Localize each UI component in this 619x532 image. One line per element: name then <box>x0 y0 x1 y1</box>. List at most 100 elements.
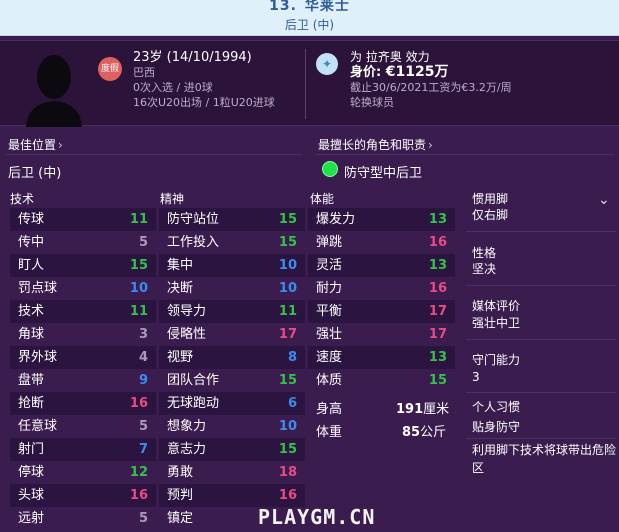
player-silhouette-icon <box>26 55 82 127</box>
divider <box>6 154 302 155</box>
profile-panel: 度假 23岁 (14/10/1994) 巴西 0次入选 / 进0球 16次U20… <box>0 40 619 127</box>
attribute-row[interactable]: 意志力 15 <box>159 438 305 461</box>
attribute-row[interactable]: 领导力 11 <box>159 300 305 323</box>
divider <box>466 285 616 286</box>
preferred-foot-label: 惯用脚 <box>472 192 509 206</box>
attribute-value: 17 <box>278 327 297 342</box>
attribute-row[interactable]: 强壮 17 <box>308 323 455 346</box>
attribute-value: 13 <box>428 258 447 273</box>
attribute-name: 镇定 <box>167 511 194 526</box>
attribute-name: 界外球 <box>18 350 58 365</box>
attribute-row[interactable]: 传球 11 <box>10 208 156 231</box>
attribute-row[interactable]: 工作投入 15 <box>159 231 305 254</box>
attribute-value: 6 <box>287 396 297 411</box>
physical-header: 体能 <box>310 192 335 206</box>
attribute-value: 16 <box>428 281 447 296</box>
attribute-name: 意志力 <box>167 442 207 457</box>
preferred-foot-value: 仅右脚 <box>472 208 509 222</box>
attribute-row[interactable]: 任意球 5 <box>10 415 156 438</box>
club-crest-icon[interactable]: ✦ <box>316 53 338 75</box>
attribute-row[interactable]: 头球 16 <box>10 484 156 507</box>
attribute-row[interactable]: 停球 12 <box>10 461 156 484</box>
attribute-value: 13 <box>428 350 447 365</box>
attribute-row[interactable]: 预判 16 <box>159 484 305 507</box>
attribute-row[interactable]: 无球跑动 6 <box>159 392 305 415</box>
u20-caps: 16次U20出场 / 1粒U20进球 <box>133 96 275 109</box>
attribute-row[interactable]: 视野 8 <box>159 346 305 369</box>
divider <box>466 392 616 393</box>
weight-value: 85公斤 <box>402 425 447 440</box>
attribute-row[interactable]: 角球 3 <box>10 323 156 346</box>
player-title: 13. 华莱士 <box>0 0 619 15</box>
attribute-row[interactable]: 罚点球 10 <box>10 277 156 300</box>
divider <box>466 339 616 340</box>
attribute-name: 视野 <box>167 350 194 365</box>
attribute-value: 16 <box>129 396 148 411</box>
attribute-name: 弹跳 <box>316 235 343 250</box>
attribute-row[interactable]: 射门 7 <box>10 438 156 461</box>
attribute-value: 15 <box>278 442 297 457</box>
attribute-name: 射门 <box>18 442 45 457</box>
nationality[interactable]: 巴西 <box>133 65 275 80</box>
best-position-value: 后卫 (中) <box>8 166 62 181</box>
player-trait[interactable]: 利用脚下技术将球带出危险区 <box>472 441 618 477</box>
best-position-link[interactable]: 最佳位置 › <box>8 136 63 153</box>
attribute-row[interactable]: 抢断 16 <box>10 392 156 415</box>
gk-rating-label: 守门能力 <box>472 353 521 367</box>
attribute-name: 勇敢 <box>167 465 194 480</box>
attribute-name: 抢断 <box>18 396 45 411</box>
attribute-value: 16 <box>129 488 148 503</box>
personality-label: 性格 <box>472 246 497 260</box>
international-caps: 0次入选 / 进0球 <box>133 81 213 94</box>
attribute-name: 集中 <box>167 258 194 273</box>
attribute-row[interactable]: 集中 10 <box>159 254 305 277</box>
personal-info: 23岁 (14/10/1994) 巴西 0次入选 / 进0球 16次U20出场 … <box>133 50 275 110</box>
attribute-name: 远射 <box>18 511 45 526</box>
attribute-row[interactable]: 防守站位 15 <box>159 208 305 231</box>
chevron-right-icon: › <box>58 138 63 152</box>
player-trait[interactable]: 贴身防守 <box>472 418 618 436</box>
best-role-link[interactable]: 最擅长的角色和职责 › <box>318 136 433 153</box>
attribute-row[interactable]: 侵略性 17 <box>159 323 305 346</box>
club-line[interactable]: 为 拉齐奥 效力 <box>350 50 512 65</box>
attribute-row[interactable]: 勇敢 18 <box>159 461 305 484</box>
attribute-value: 15 <box>278 235 297 250</box>
attribute-name: 平衡 <box>316 304 343 319</box>
attribute-row[interactable]: 团队合作 15 <box>159 369 305 392</box>
attribute-row[interactable]: 耐力 16 <box>308 277 455 300</box>
attribute-row[interactable]: 传中 5 <box>10 231 156 254</box>
attribute-row[interactable]: 盯人 15 <box>10 254 156 277</box>
attribute-row[interactable]: 决断 10 <box>159 277 305 300</box>
holiday-status-badge[interactable]: 度假 <box>98 57 122 81</box>
attribute-row[interactable]: 远射 5 <box>10 507 156 530</box>
attribute-name: 侵略性 <box>167 327 207 342</box>
contract-info: 为 拉齐奥 效力 身价: €1125万 截止30/6/2021工资为€3.2万/… <box>350 50 512 110</box>
attribute-name: 盘带 <box>18 373 45 388</box>
attribute-row[interactable]: 弹跳 16 <box>308 231 455 254</box>
attribute-value: 17 <box>428 327 447 342</box>
attribute-name: 传球 <box>18 212 45 227</box>
attribute-value: 5 <box>138 511 148 526</box>
attribute-value: 15 <box>428 373 447 388</box>
attribute-row[interactable]: 想象力 10 <box>159 415 305 438</box>
chevron-down-icon[interactable]: ⌄ <box>598 192 610 208</box>
attribute-row[interactable]: 爆发力 13 <box>308 208 455 231</box>
attribute-value: 16 <box>428 235 447 250</box>
player-position: 后卫 (中) <box>284 18 335 32</box>
attribute-row[interactable]: 速度 13 <box>308 346 455 369</box>
attribute-name: 停球 <box>18 465 45 480</box>
height-label: 身高 <box>316 402 343 417</box>
attribute-row[interactable]: 界外球 4 <box>10 346 156 369</box>
attribute-row[interactable]: 灵活 13 <box>308 254 455 277</box>
attribute-row[interactable]: 盘带 9 <box>10 369 156 392</box>
attribute-value: 17 <box>428 304 447 319</box>
squad-status: 轮换球员 <box>350 96 394 109</box>
attribute-name: 领导力 <box>167 304 207 319</box>
attribute-row[interactable]: 体质 15 <box>308 369 455 392</box>
attribute-row[interactable]: 技术 11 <box>10 300 156 323</box>
weight-label: 体重 <box>316 425 343 440</box>
divider <box>316 154 614 155</box>
personality-value: 坚决 <box>472 262 497 276</box>
technical-header: 技术 <box>10 192 35 206</box>
attribute-row[interactable]: 平衡 17 <box>308 300 455 323</box>
